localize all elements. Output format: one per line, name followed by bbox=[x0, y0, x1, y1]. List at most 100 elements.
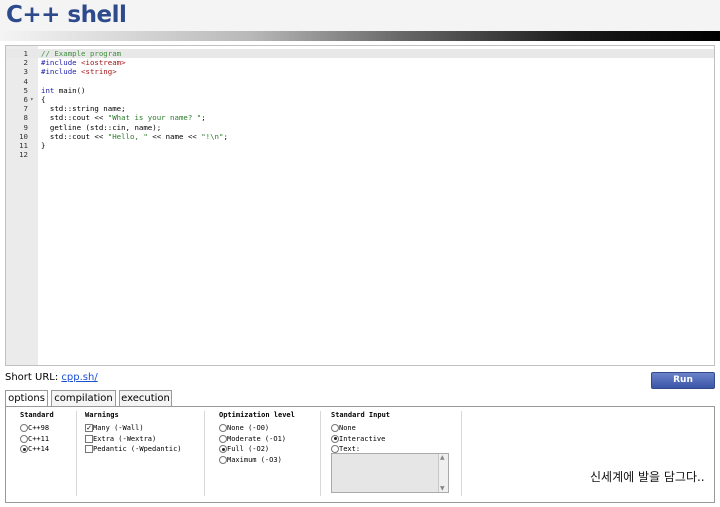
line-number: 8 bbox=[23, 113, 28, 123]
code-text: #include <string> bbox=[41, 67, 117, 76]
line-number: 2 bbox=[23, 58, 28, 68]
code-line[interactable]: 11} bbox=[6, 141, 714, 150]
code-line[interactable]: 12 bbox=[6, 150, 714, 159]
code-line[interactable]: 8 std::cout << "What is your name? "; bbox=[6, 113, 714, 122]
fold-arrow-icon[interactable]: ▾ bbox=[30, 95, 34, 104]
optimization-option-label: Moderate (-O1) bbox=[227, 434, 287, 443]
code-token: std::cout << bbox=[41, 113, 108, 123]
tab-execution[interactable]: execution bbox=[119, 390, 172, 407]
line-number: 10 bbox=[19, 131, 28, 141]
code-token: ; bbox=[201, 113, 206, 123]
code-token: #include bbox=[41, 58, 82, 68]
short-url: Short URL: cpp.sh/ bbox=[5, 372, 98, 383]
code-token: // Example program bbox=[41, 49, 122, 58]
optimization-option[interactable]: None (-O0) bbox=[219, 423, 295, 434]
scroll-up-icon[interactable]: ▲ bbox=[440, 454, 445, 461]
standard-option[interactable]: C++11 bbox=[20, 434, 54, 445]
line-number: 12 bbox=[19, 150, 28, 160]
standard-option-label: C++14 bbox=[28, 445, 50, 453]
optimization-option[interactable]: Maximum (-O3) bbox=[219, 455, 295, 466]
line-number: 7 bbox=[23, 104, 28, 114]
code-text: std::string name; bbox=[41, 104, 126, 113]
standard-option-label: C++98 bbox=[28, 424, 50, 432]
code-line[interactable]: 4 bbox=[6, 77, 714, 86]
code-token: "Hello, " bbox=[107, 131, 148, 141]
code-token: #include bbox=[41, 67, 82, 77]
code-line[interactable]: 9 getline (std::cin, name); bbox=[6, 123, 714, 132]
tab-options[interactable]: options bbox=[5, 390, 48, 407]
code-token: <iostream> bbox=[81, 58, 126, 68]
optimization-option-label: Full (-O2) bbox=[227, 445, 270, 453]
options-panel: Standard C++98 C++11 C++14 Warnings ✓ Many … bbox=[5, 406, 715, 503]
divider bbox=[76, 411, 77, 496]
code-line[interactable]: 5 int main() bbox=[6, 86, 714, 95]
standard-option[interactable]: C++98 bbox=[20, 423, 54, 434]
warnings-option[interactable]: Extra (-Wextra) bbox=[85, 434, 182, 445]
optimization-title: Optimization level bbox=[219, 411, 295, 419]
app-logo[interactable]: C++ shell bbox=[6, 2, 127, 28]
standard-option[interactable]: C++14 bbox=[20, 444, 54, 455]
code-text: int main() bbox=[41, 86, 86, 95]
code-token: std::string name; bbox=[41, 104, 126, 114]
line-number: 5 bbox=[23, 85, 28, 95]
code-token: "!\n" bbox=[201, 131, 224, 141]
tab-compilation[interactable]: compilation bbox=[51, 390, 116, 407]
checkbox[interactable]: ✓ bbox=[85, 424, 93, 433]
warnings-title: Warnings bbox=[85, 411, 119, 419]
stdin-textarea[interactable]: ▲ ▼ bbox=[331, 453, 449, 493]
code-editor[interactable]: 1 // Example program 2 #include <iostream> 3… bbox=[5, 45, 715, 366]
line-number: 4 bbox=[23, 76, 28, 86]
stdin-option[interactable]: None bbox=[331, 423, 390, 434]
short-url-label: Short URL: bbox=[5, 372, 59, 383]
radio-button[interactable] bbox=[219, 434, 227, 443]
stdin-option[interactable]: Interactive bbox=[331, 434, 390, 445]
warnings-option[interactable]: Pedantic (-Wpedantic) bbox=[85, 444, 182, 455]
warnings-option-label: Pedantic (-Wpedantic) bbox=[93, 445, 182, 453]
radio-button[interactable] bbox=[219, 445, 227, 454]
optimization-option[interactable]: Full (-O2) bbox=[219, 444, 295, 455]
line-number: 6 bbox=[23, 95, 28, 104]
radio-button[interactable] bbox=[20, 424, 28, 433]
code-token: } bbox=[41, 141, 46, 150]
warnings-group: Warnings ✓ Many (-Wall) Extra (-Wextra) Ped… bbox=[85, 411, 182, 455]
code-line[interactable]: 7 std::string name; bbox=[6, 104, 714, 113]
code-token: std::cout << bbox=[41, 131, 108, 141]
optimization-option-label: Maximum (-O3) bbox=[227, 455, 282, 464]
code-line[interactable]: 2 #include <iostream> bbox=[6, 58, 714, 67]
radio-button[interactable] bbox=[219, 424, 227, 433]
warnings-option[interactable]: ✓ Many (-Wall) bbox=[85, 423, 182, 434]
code-text: { bbox=[41, 95, 45, 104]
optimization-group: Optimization level None (-O0) Moderate (-… bbox=[219, 411, 295, 465]
radio-button[interactable] bbox=[331, 434, 339, 443]
line-number: 9 bbox=[23, 122, 28, 132]
code-line[interactable]: 3 #include <string> bbox=[6, 67, 714, 76]
radio-button[interactable] bbox=[20, 445, 28, 454]
warnings-option-label: Many (-Wall) bbox=[93, 424, 144, 432]
code-text: } bbox=[41, 141, 45, 150]
code-text: // Example program bbox=[41, 49, 121, 58]
header-gradient-bar bbox=[0, 31, 720, 41]
scroll-down-icon[interactable]: ▼ bbox=[440, 485, 445, 492]
code-line[interactable]: 6 ▾ { bbox=[6, 95, 714, 104]
code-text: getline (std::cin, name); bbox=[41, 123, 161, 132]
code-token: "What is your name? " bbox=[107, 113, 202, 123]
code-line[interactable]: 10 std::cout << "Hello, " << name << "!\… bbox=[6, 132, 714, 141]
radio-button[interactable] bbox=[20, 434, 28, 443]
divider bbox=[461, 411, 462, 496]
stdin-scrollbar[interactable]: ▲ ▼ bbox=[438, 454, 448, 492]
code-line[interactable]: 1 // Example program bbox=[6, 49, 714, 59]
code-token: getline (std::cin, name); bbox=[41, 122, 162, 132]
optimization-option[interactable]: Moderate (-O1) bbox=[219, 434, 295, 445]
checkbox[interactable] bbox=[85, 445, 93, 454]
warnings-option-label: Extra (-Wextra) bbox=[93, 434, 157, 443]
radio-button[interactable] bbox=[219, 455, 227, 464]
short-url-link[interactable]: cpp.sh/ bbox=[61, 372, 97, 383]
checkbox[interactable] bbox=[85, 434, 93, 443]
line-number: 1 bbox=[23, 49, 28, 58]
optimization-option-label: None (-O0) bbox=[227, 424, 270, 432]
radio-button[interactable] bbox=[331, 424, 339, 433]
stdin-group: Standard Input None Interactive Text: bbox=[331, 411, 390, 455]
watermark-text: 신세계에 발을 담그다.. bbox=[590, 470, 705, 484]
line-number: 11 bbox=[19, 141, 28, 150]
run-button[interactable]: Run bbox=[651, 372, 715, 389]
